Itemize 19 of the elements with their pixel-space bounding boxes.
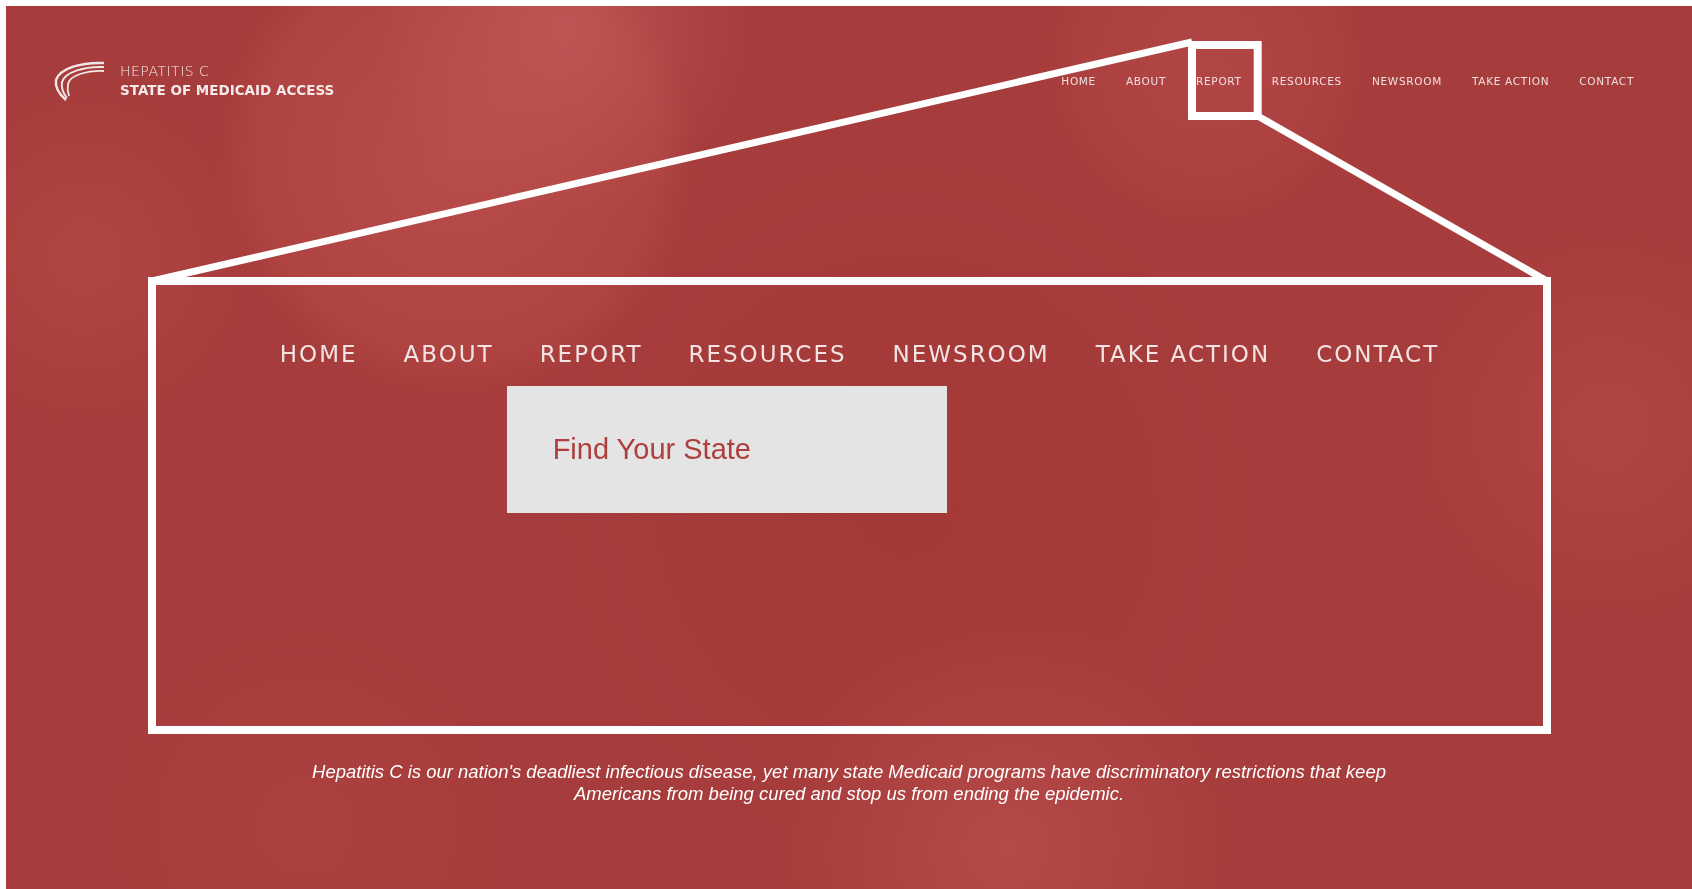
nav-link[interactable]: RESOURCES	[688, 341, 847, 367]
nav-link[interactable]: NEWSROOM	[1371, 75, 1442, 87]
nav-link[interactable]: TAKE ACTION	[1095, 341, 1271, 367]
nav-link[interactable]: HOME	[1061, 75, 1096, 87]
site-title: STATE OF MEDICAID ACCESS	[120, 81, 335, 100]
nav-link[interactable]: NEWSROOM	[892, 341, 1050, 367]
nav-link[interactable]: ABOUT	[403, 341, 494, 367]
nav-link[interactable]: HOME	[279, 341, 358, 367]
nav-link[interactable]: RESOURCES	[1271, 75, 1342, 87]
swoosh-logo-icon	[52, 60, 106, 102]
nav-link[interactable]: REPORT	[539, 341, 643, 367]
site-subtitle: HEPATITIS C	[120, 62, 211, 81]
nav-link[interactable]: TAKE ACTION	[1472, 75, 1550, 87]
nav-link[interactable]: CONTACT	[1316, 341, 1440, 367]
nav-link[interactable]: REPORT	[1196, 75, 1242, 87]
nav-link[interactable]: CONTACT	[1579, 75, 1634, 87]
dropdown-item[interactable]: Find Your State	[552, 433, 751, 466]
nav-link[interactable]: ABOUT	[1125, 75, 1166, 87]
tagline: Hepatitis C is our nation's deadliest infectious disease, yet many state Medicaid programs have discriminatory restrictions that keep Americans from being cured and stop us from ending the epidemic.	[311, 761, 1387, 805]
